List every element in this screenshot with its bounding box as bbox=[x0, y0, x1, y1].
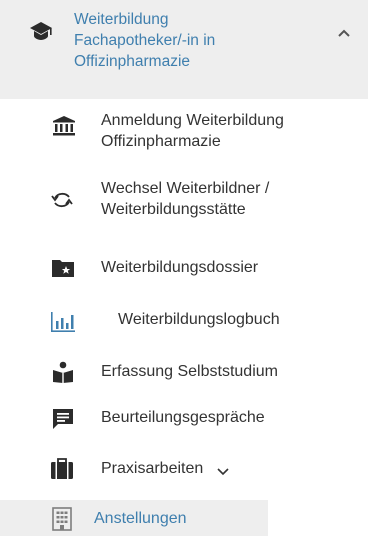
folder-star-icon bbox=[52, 260, 74, 277]
menu-item-selbststudium[interactable]: Erfassung Selbststudium bbox=[0, 358, 368, 388]
comment-icon bbox=[53, 409, 73, 429]
menu-item-logbuch[interactable]: Weiterbildungslogbuch bbox=[0, 306, 368, 336]
menu-item-label: Wechsel Weiterbildner / Weiterbildungsst… bbox=[101, 180, 270, 218]
menu-item-label: Beurteilungsgespräche bbox=[101, 409, 265, 426]
menu-item-anstellungen[interactable]: Anstellungen bbox=[0, 500, 268, 536]
bar-chart-icon bbox=[51, 312, 75, 332]
institution-icon bbox=[53, 116, 75, 136]
menu-item-dossier[interactable]: Weiterbildungsdossier bbox=[0, 254, 368, 284]
menu-item-anmeldung[interactable]: Anmeldung Weiterbildung Offizinpharmazie bbox=[0, 110, 368, 160]
menu-item-praxisarbeiten[interactable]: Praxisarbeiten bbox=[0, 455, 368, 485]
person-reading-icon bbox=[53, 361, 73, 383]
section-title: Weiterbildung Fachapotheker/-in in Offiz… bbox=[74, 11, 216, 70]
menu-item-label: Weiterbildungsdossier bbox=[101, 259, 259, 276]
menu-item-label: Anmeldung Weiterbildung Offizinpharmazie bbox=[101, 112, 284, 150]
chevron-down-icon[interactable] bbox=[216, 465, 230, 477]
menu-item-label: Praxisarbeiten bbox=[101, 460, 204, 477]
sync-icon bbox=[51, 192, 73, 208]
sidebar-menu: Weiterbildung Fachapotheker/-in in Offiz… bbox=[0, 0, 368, 536]
graduation-cap-icon bbox=[30, 22, 52, 40]
menu-item-label: Erfassung Selbststudium bbox=[101, 363, 278, 380]
chevron-up-icon[interactable] bbox=[335, 24, 353, 42]
building-icon bbox=[52, 507, 72, 531]
menu-item-beurteilungsgespraeche[interactable]: Beurteilungsgespräche bbox=[0, 404, 368, 434]
menu-item-label: Anstellungen bbox=[94, 510, 187, 527]
briefcase-icon bbox=[51, 458, 73, 479]
section-header-weiterbildung[interactable]: Weiterbildung Fachapotheker/-in in Offiz… bbox=[0, 0, 368, 99]
menu-item-label: Weiterbildungslogbuch bbox=[118, 311, 280, 328]
menu-item-wechsel[interactable]: Wechsel Weiterbildner / Weiterbildungsst… bbox=[0, 178, 368, 228]
